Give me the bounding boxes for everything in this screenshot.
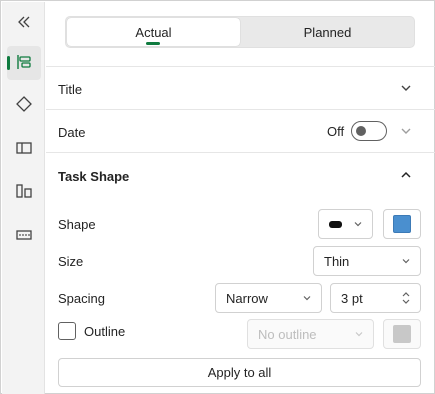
outline-label: Outline [84, 324, 126, 339]
date-toggle[interactable] [351, 121, 387, 141]
actual-planned-switch: Actual Planned [65, 16, 415, 48]
diamond-milestone-icon [15, 95, 33, 116]
date-section-label: Date [58, 125, 86, 140]
spacing-value: Narrow [226, 290, 268, 306]
rail-item-shapes[interactable] [7, 175, 41, 209]
shape-style-dropdown[interactable] [318, 209, 373, 239]
size-value: Thin [324, 253, 350, 269]
shape-color-swatch [393, 215, 411, 233]
spacing-label: Spacing [58, 291, 105, 306]
format-pane: Actual Planned Title Date Off Task Shape… [0, 0, 435, 394]
chevron-down-icon [398, 123, 414, 139]
shape-preview-icon [329, 220, 342, 228]
chevron-up-icon [398, 167, 414, 183]
ruler-icon [15, 226, 33, 247]
collapse-icon [17, 15, 31, 32]
apply-to-all-button[interactable]: Apply to all [58, 358, 421, 387]
tab-actual[interactable]: Actual [67, 18, 240, 46]
side-rail [2, 2, 45, 394]
size-label: Size [58, 254, 84, 269]
title-section-label: Title [58, 82, 83, 97]
outline-value: No outline [258, 326, 317, 342]
shape-label: Shape [58, 217, 96, 232]
chevron-down-icon [398, 80, 414, 96]
tab-planned[interactable]: Planned [241, 18, 414, 46]
rail-item-milestones[interactable] [7, 88, 41, 122]
outline-style-dropdown: No outline [247, 319, 374, 349]
size-dropdown[interactable]: Thin [313, 246, 421, 276]
resize-shapes-icon [15, 182, 33, 203]
rail-item-panels[interactable] [7, 132, 41, 166]
toggle-knob [356, 126, 366, 136]
chevron-down-icon [400, 255, 412, 267]
spacing-amount-spinner[interactable]: 3 pt [330, 283, 421, 313]
outline-checkbox[interactable] [58, 322, 76, 340]
outline-color-swatch [393, 325, 411, 343]
tab-planned-label: Planned [303, 24, 352, 40]
active-indicator [7, 56, 10, 70]
apply-to-all-label: Apply to all [207, 365, 272, 380]
spacing-amount-value: 3 pt [341, 290, 363, 306]
chevron-down-icon [352, 218, 364, 230]
title-section-header[interactable]: Title [46, 67, 435, 109]
gantt-bars-icon [15, 53, 33, 74]
rail-item-timescale[interactable] [7, 219, 41, 253]
chevron-down-icon [301, 292, 313, 304]
main-pane: Actual Planned Title Date Off Task Shape… [46, 2, 435, 394]
tab-actual-label: Actual [135, 24, 172, 40]
task-shape-section-label: Task Shape [58, 169, 130, 184]
collapse-button[interactable] [7, 6, 41, 40]
rail-item-task-bars[interactable] [7, 46, 41, 80]
up-down-icon[interactable] [400, 290, 412, 306]
task-shape-section-header[interactable]: Task Shape [46, 153, 435, 195]
date-toggle-state: Off [327, 124, 345, 139]
chevron-down-icon [353, 328, 365, 340]
split-panel-icon [15, 139, 33, 160]
outline-color-button [383, 319, 421, 349]
shape-color-button[interactable] [383, 209, 421, 239]
spacing-dropdown[interactable]: Narrow [215, 283, 322, 313]
tab-selected-indicator [146, 42, 160, 45]
